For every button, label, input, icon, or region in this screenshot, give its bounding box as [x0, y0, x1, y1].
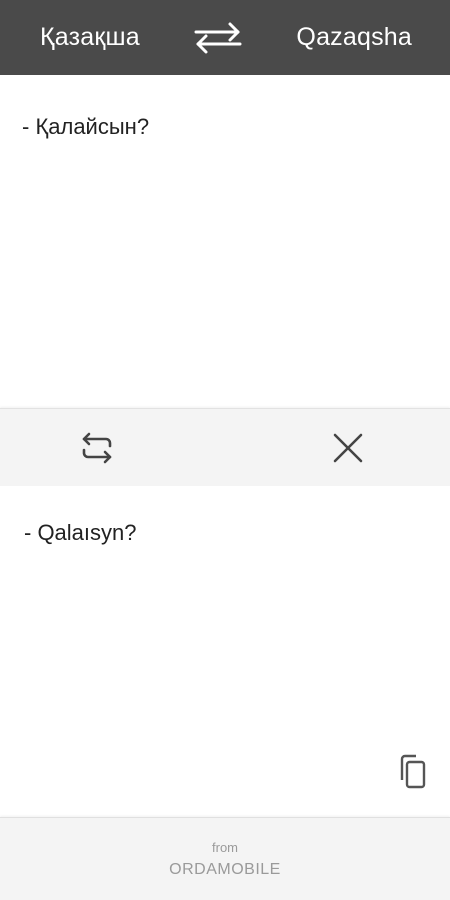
copy-button[interactable] — [396, 753, 428, 791]
source-text[interactable]: - Қалайсын? — [22, 113, 428, 141]
copy-icon — [400, 754, 426, 789]
footer-from-label: from — [212, 840, 238, 855]
swap-languages-button[interactable] — [191, 18, 245, 58]
footer: from ORDAMOBILE — [0, 817, 450, 900]
source-language-button[interactable]: Қазақша — [40, 23, 140, 52]
swap-arrows-icon — [194, 22, 242, 53]
result-text-area: - Qalaısyn? — [0, 486, 450, 817]
swap-horizontal-icon — [82, 432, 112, 464]
source-text-area[interactable]: - Қалайсын? — [0, 75, 450, 408]
language-bar: Қазақша Qazaqsha — [0, 0, 450, 75]
action-toolbar — [0, 408, 450, 486]
footer-brand[interactable]: ORDAMOBILE — [0, 858, 450, 882]
clear-button[interactable] — [328, 428, 368, 468]
swap-text-button[interactable] — [77, 428, 117, 468]
close-icon — [333, 433, 363, 463]
result-text: - Qalaısyn? — [24, 520, 137, 545]
translator-app: Қазақша Qazaqsha - Қалайсын? - Qalaısyn?… — [0, 0, 450, 900]
target-language-button[interactable]: Qazaqsha — [296, 23, 412, 52]
